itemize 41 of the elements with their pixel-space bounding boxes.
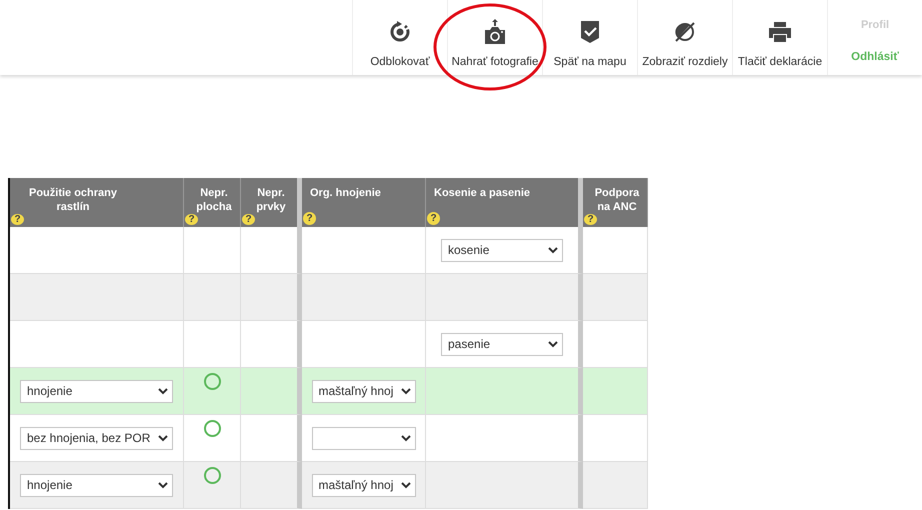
table-row[interactable]: hnojenie maštaľný hnoj <box>10 368 648 415</box>
toolbar-button[interactable]: Zobraziť rozdiely <box>637 0 732 75</box>
camera-upload-icon <box>483 19 507 45</box>
column-title: Org. hnojenie <box>310 186 382 200</box>
help-icon[interactable]: ? <box>303 212 316 225</box>
rotate-arrow-icon <box>388 20 412 44</box>
chevron-down-icon <box>400 388 410 394</box>
help-icon[interactable]: ? <box>11 214 24 225</box>
toolbar-button[interactable]: Späť na mapu <box>542 0 637 75</box>
dropdown[interactable]: bez hnojenia, bez POR <box>20 426 173 450</box>
help-icon[interactable]: ? <box>427 212 440 225</box>
dropdown[interactable]: hnojenie <box>20 474 173 496</box>
chevron-down-icon <box>400 482 410 488</box>
chevron-down-icon <box>548 246 558 254</box>
dropdown[interactable]: maštaľný hnoj <box>312 474 416 496</box>
dropdown[interactable]: maštaľný hnoj <box>312 380 416 402</box>
help-icon[interactable]: ? <box>242 214 255 225</box>
table-row[interactable] <box>10 274 648 321</box>
chevron-down-icon <box>158 482 168 488</box>
chevron-down-icon <box>158 388 168 394</box>
help-icon[interactable]: ? <box>185 214 198 225</box>
chevron-down-icon <box>400 434 410 442</box>
toolbar-button[interactable]: Tlačiť deklarácie <box>732 0 827 75</box>
column-title: Podpora na ANC <box>594 186 640 214</box>
help-icon[interactable]: ? <box>584 214 597 225</box>
shield-check-icon <box>580 20 600 44</box>
column-title: Použitie ochrany rastlín <box>28 186 118 214</box>
printer-icon <box>768 20 792 44</box>
dropdown[interactable]: kosenie <box>441 238 563 262</box>
toolbar-button[interactable]: Nahrať fotografie <box>447 0 542 75</box>
column-title: Nepr. plocha <box>195 186 233 214</box>
slashed-circle-icon <box>673 20 697 44</box>
table-row[interactable]: hnojenie maštaľný hnoj <box>10 462 648 509</box>
toolbar-button[interactable]: Odblokovať <box>352 0 447 75</box>
dropdown[interactable]: hnojenie <box>20 380 173 402</box>
dropdown[interactable] <box>312 426 416 450</box>
chevron-down-icon <box>548 340 558 348</box>
dropdown[interactable]: pasenie <box>441 332 563 356</box>
column-title: Kosenie a pasenie <box>434 186 531 200</box>
column-title: Nepr. prvky <box>255 186 287 214</box>
chevron-down-icon <box>158 434 168 442</box>
